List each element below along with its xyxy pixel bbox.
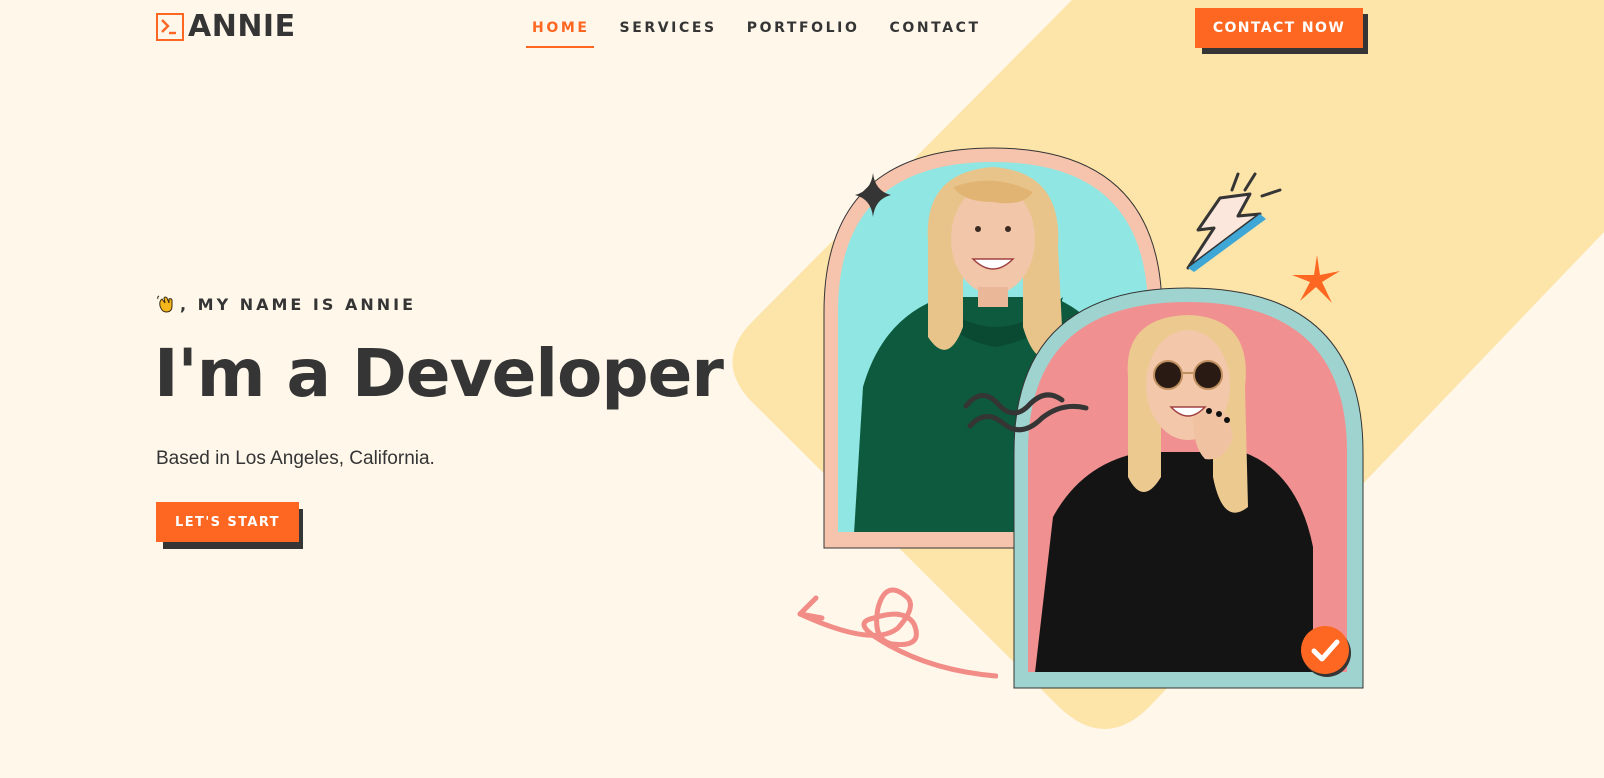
- arrow-loop-icon: [797, 587, 998, 679]
- nav-services[interactable]: SERVICES: [620, 18, 717, 48]
- logo-text: ANNIE: [188, 9, 296, 44]
- squiggle-icon: [963, 392, 1089, 433]
- nav-home[interactable]: HOME: [526, 18, 594, 48]
- intro-line: , MY NAME IS ANNIE: [156, 294, 416, 314]
- hero-subline: Based in Los Angeles, California.: [156, 448, 435, 469]
- site-header: ANNIE HOME SERVICES PORTFOLIO CONTACT CO…: [0, 0, 1604, 56]
- star-burst-icon: [1292, 255, 1340, 303]
- check-badge-icon[interactable]: [1299, 624, 1353, 678]
- terminal-icon: [156, 13, 184, 41]
- lets-start-button[interactable]: LET'S START: [156, 502, 299, 542]
- logo[interactable]: ANNIE: [156, 12, 296, 42]
- lightning-icon: [1186, 172, 1282, 272]
- main-nav: HOME SERVICES PORTFOLIO CONTACT: [526, 18, 1011, 48]
- waving-hand-icon: [157, 295, 173, 313]
- nav-contact[interactable]: CONTACT: [889, 18, 980, 48]
- sparkle-icon: [855, 173, 891, 217]
- lets-start-button-wrap: LET'S START: [156, 502, 306, 549]
- hero-headline: I'm a Developer: [154, 335, 724, 412]
- intro-text: , MY NAME IS ANNIE: [180, 294, 417, 314]
- nav-portfolio[interactable]: PORTFOLIO: [747, 18, 860, 48]
- contact-now-button[interactable]: CONTACT NOW: [1195, 8, 1363, 48]
- contact-now-button-wrap: CONTACT NOW: [1195, 8, 1368, 54]
